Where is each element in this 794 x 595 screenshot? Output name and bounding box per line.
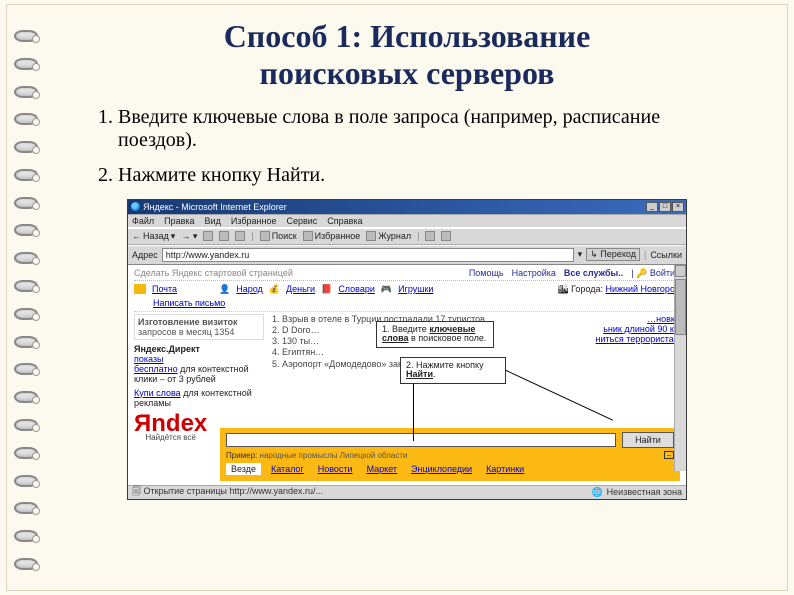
menu-favorites[interactable]: Избранное [231,216,277,226]
callout-2: 2. Нажмите кнопку Найти. [400,357,506,385]
right-link3[interactable]: ниться террористам [570,334,680,344]
money-link[interactable]: Деньги [286,284,315,294]
menu-tools[interactable]: Сервис [286,216,317,226]
browser-window: Яндекс - Microsoft Internet Explorer _ □… [127,199,687,500]
buy-words-link[interactable]: Купи слова [134,388,181,398]
window-title: Яндекс - Microsoft Internet Explorer [143,202,287,212]
tab-news[interactable]: Новости [314,463,357,475]
mail-icon [134,284,146,294]
write-mail-link[interactable]: Написать письмо [153,298,225,308]
zone-icon: 🌐 [591,487,602,498]
notebook-spiral [14,30,42,570]
collapse-icon[interactable]: − [664,451,674,459]
example-text: народные промыслы Липецкой области [260,451,408,460]
title-line2: поисковых серверов [260,55,555,91]
home-icon[interactable] [235,231,245,241]
right-link2[interactable]: ьник длиной 90 км [570,324,680,334]
close-button[interactable]: × [672,202,684,212]
search-input[interactable] [226,433,616,447]
dict-link[interactable]: Словари [338,284,375,294]
links-label[interactable]: Ссылки [650,250,682,260]
page-content: Сделать Яндекс стартовой страницей Помощ… [128,265,686,485]
stop-icon[interactable] [203,231,213,241]
zone-text: Неизвестная зона [607,487,682,497]
tab-pictures[interactable]: Картинки [482,463,528,475]
status-bar: 🗐 Открытие страницы http://www.yandex.ru… [128,485,686,499]
search-area: Найти Пример: народные промыслы Липецкой… [220,428,680,481]
callout-arrow-1 [413,381,414,441]
menubar: Файл Правка Вид Избранное Сервис Справка [128,214,686,228]
menu-edit[interactable]: Правка [164,216,194,226]
example-label: Пример: [226,451,257,460]
narod-link[interactable]: Народ [236,284,263,294]
vertical-scrollbar[interactable] [674,265,686,471]
right-link1[interactable]: …новка [570,314,680,324]
favorites-button[interactable]: Избранное [303,231,361,241]
step-2: Нажмите кнопку Найти. [118,164,678,187]
direct-header: Яндекс.Директ [134,344,264,354]
ad-block: Изготовление визиток запросов в месяц 13… [134,314,264,340]
settings-link[interactable]: Настройка [512,268,556,279]
title-line1: Способ 1: Использование [224,18,591,54]
window-controls: _ □ × [646,202,684,212]
journal-button[interactable]: Журнал [366,231,411,241]
refresh-icon[interactable] [219,231,229,241]
status-text: Открытие страницы http://www.yandex.ru/.… [144,486,324,496]
maximize-button[interactable]: □ [659,202,671,212]
address-bar: Адрес http://www.yandex.ru ▾ ↳ Переход |… [128,245,686,265]
ie-icon [131,202,140,211]
city-link[interactable]: Нижний Новгород [605,284,680,294]
all-services-link[interactable]: Все службы.. [564,268,623,279]
direct-link1[interactable]: показы [134,354,164,364]
dropdown-icon[interactable]: ▾ [578,249,583,260]
find-button[interactable]: Найти [622,432,674,448]
menu-file[interactable]: Файл [132,216,154,226]
print-icon[interactable] [441,231,451,241]
tab-everywhere[interactable]: Везде [226,463,261,475]
callout-1: 1. Введите ключевые слова в поисковое по… [376,321,494,349]
go-button[interactable]: ↳ Переход [586,248,640,261]
minimize-button[interactable]: _ [646,202,658,212]
step-1: Введите ключевые слова в поле запроса (н… [118,106,678,152]
steps-list: Введите ключевые слова в поле запроса (н… [94,106,754,187]
direct-link2[interactable]: бесплатно [134,364,178,374]
search-button[interactable]: Поиск [260,231,297,241]
yandex-logo: Яndex Найдётся всё [134,413,207,442]
toolbar: ← Назад ▾ → ▾ | Поиск Избранное Журнал | [128,228,686,245]
left-column: Изготовление визиток запросов в месяц 13… [134,314,264,408]
address-field[interactable]: http://www.yandex.ru [162,248,574,262]
menu-help[interactable]: Справка [327,216,362,226]
tab-market[interactable]: Маркет [363,463,401,475]
page-icon: 🗐 [132,486,141,496]
search-tabs: Везде Каталог Новости Маркет Энциклопеди… [226,463,674,475]
mail-icon[interactable] [425,231,435,241]
right-column: …новка ьник длиной 90 км ниться террорис… [570,314,680,408]
mail-link[interactable]: Почта [152,284,177,294]
make-startpage-link[interactable]: Сделать Яндекс стартовой страницей [134,268,293,278]
slide-title: Способ 1: Использование поисковых сервер… [60,18,754,92]
tab-catalog[interactable]: Каталог [267,463,308,475]
help-link[interactable]: Помощь [469,268,504,279]
toys-link[interactable]: Игрушки [398,284,433,294]
forward-button[interactable]: → ▾ [181,231,197,242]
back-button[interactable]: ← Назад ▾ [132,231,175,242]
tab-encyclopedias[interactable]: Энциклопедии [407,463,476,475]
address-label: Адрес [132,250,158,260]
titlebar: Яндекс - Microsoft Internet Explorer _ □… [128,200,686,214]
menu-view[interactable]: Вид [205,216,221,226]
